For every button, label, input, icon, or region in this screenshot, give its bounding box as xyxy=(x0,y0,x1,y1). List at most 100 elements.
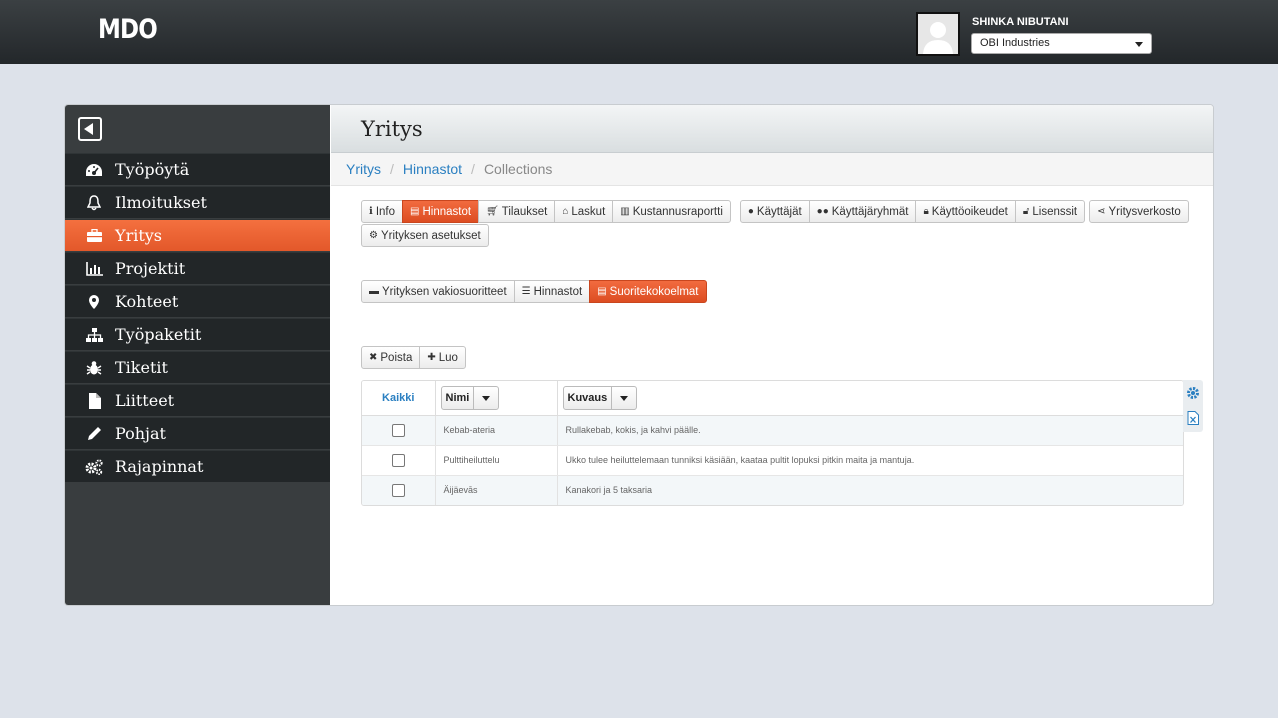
dashboard-icon xyxy=(85,161,103,179)
breadcrumb-yritys[interactable]: Yritys xyxy=(346,161,381,177)
row-description: Ukko tulee heiluttelemaan tunniksi käsiä… xyxy=(557,445,1183,476)
table-actions: ✖ Poista ✚ Luo xyxy=(361,346,475,369)
row-description: Kanakori ja 5 taksaria xyxy=(557,475,1183,505)
bar-chart-icon xyxy=(85,260,103,278)
sidebar-item-label: Työpaketit xyxy=(115,325,202,344)
name-column-filter[interactable]: Nimi xyxy=(440,385,500,410)
sidebar-item-rajapinnat[interactable]: Rajapinnat xyxy=(65,450,330,482)
company-select[interactable]: OBI Industries xyxy=(971,33,1152,54)
tab-tilaukset[interactable]: 🛒︎ Tilaukset xyxy=(478,200,556,223)
sidebar-item-projektit[interactable]: Projektit xyxy=(65,252,330,284)
tab-yrityksen-asetukset[interactable]: ⚙ Yrityksen asetukset xyxy=(361,224,489,247)
bug-icon xyxy=(85,359,103,377)
list-alt-icon: ▤ xyxy=(597,286,607,297)
sidebar: Työpöytä Ilmoitukset Yritys Projektit Ko… xyxy=(65,105,330,605)
main-content: Yritys Yritys / Hinnastot / Collections … xyxy=(331,105,1213,605)
sidebar-item-label: Tiketit xyxy=(115,358,168,377)
page-title: Yritys xyxy=(361,116,423,141)
row-checkbox[interactable] xyxy=(391,423,405,437)
gear-icon: ⚙ xyxy=(369,230,378,241)
unlock-icon: 🔓︎ xyxy=(1022,206,1030,217)
briefcase-icon: ▬ xyxy=(369,286,379,297)
subtab-vakiosuoritteet[interactable]: ▬ Yrityksen vakiosuoritteet xyxy=(361,280,515,303)
subtab-suoritekokoelmat[interactable]: ▤ Suoritekokoelmat xyxy=(589,280,707,303)
sidebar-item-label: Rajapinnat xyxy=(115,457,204,476)
sidebar-item-kohteet[interactable]: Kohteet xyxy=(65,285,330,317)
tab-info[interactable]: ℹ Info xyxy=(361,200,403,223)
sidebar-item-tyopoyta[interactable]: Työpöytä xyxy=(65,153,330,185)
cart-icon: 🛒︎ xyxy=(486,206,499,217)
breadcrumb: Yritys / Hinnastot / Collections xyxy=(331,153,1213,186)
briefcase-icon xyxy=(85,227,103,245)
chevron-down-icon xyxy=(474,387,498,409)
list-alt-icon: ▤ xyxy=(410,206,420,217)
table-tools xyxy=(1183,380,1203,432)
sidebar-item-yritys[interactable]: Yritys xyxy=(65,219,330,251)
lock-icon: 🔒︎ xyxy=(923,206,929,217)
breadcrumb-current: Collections xyxy=(483,161,553,177)
sidebar-item-label: Yritys xyxy=(115,226,163,245)
sidebar-item-liitteet[interactable]: Liitteet xyxy=(65,384,330,416)
tab-hinnastot[interactable]: ▤ Hinnastot xyxy=(402,200,480,223)
excel-export-icon[interactable] xyxy=(1186,411,1200,425)
row-name: Kebab-ateria xyxy=(435,415,558,446)
content-panel: Työpöytä Ilmoitukset Yritys Projektit Ko… xyxy=(64,104,1214,606)
tab-yritysverkosto[interactable]: ⋖ Yritysverkosto xyxy=(1089,200,1189,223)
top-bar: MDO SHINKA NIBUTANI OBI Industries xyxy=(0,0,1278,64)
row-checkbox[interactable] xyxy=(391,483,405,497)
sidebar-item-label: Ilmoitukset xyxy=(115,193,207,212)
sidebar-item-tyopaketit[interactable]: Työpaketit xyxy=(65,318,330,350)
user-name: SHINKA NIBUTANI xyxy=(972,16,1069,28)
sitemap-icon xyxy=(85,326,103,344)
sidebar-item-pohjat[interactable]: Pohjat xyxy=(65,417,330,449)
collections-table: Kaikki Nimi Kuvaus Kebab-ateria Rullakeb… xyxy=(361,380,1184,506)
group-icon: ●● xyxy=(816,206,829,217)
table-row[interactable]: Kebab-ateria Rullakebab, kokis, ja kahvi… xyxy=(362,415,1183,446)
company-tabs-row2: ⚙ Yrityksen asetukset xyxy=(361,224,498,247)
sidebar-item-tiketit[interactable]: Tiketit xyxy=(65,351,330,383)
share-icon: ⋖ xyxy=(1097,206,1106,217)
info-icon: ℹ xyxy=(369,206,373,217)
tab-lisenssit[interactable]: 🔓︎ Lisenssit xyxy=(1014,200,1086,223)
chevron-down-icon xyxy=(612,387,636,409)
sidebar-item-label: Pohjat xyxy=(115,424,166,443)
page-header: Yritys xyxy=(331,105,1213,153)
sidebar-item-label: Kohteet xyxy=(115,292,179,311)
bell-icon xyxy=(85,194,103,212)
file-icon xyxy=(85,392,103,410)
gear-icon[interactable] xyxy=(1186,386,1200,400)
tab-kayttajaryhmat[interactable]: ●● Käyttäjäryhmät xyxy=(808,200,917,223)
sidebar-item-label: Liitteet xyxy=(115,391,175,410)
tab-kustannusraportti[interactable]: ▥ Kustannusraportti xyxy=(612,200,731,223)
tab-kayttajat[interactable]: ● Käyttäjät xyxy=(739,200,810,223)
inbox-icon: ⌂ xyxy=(562,206,569,217)
sidebar-item-label: Projektit xyxy=(115,259,186,278)
table-row[interactable]: Pulttiheiluttelu Ukko tulee heiluttelema… xyxy=(362,445,1183,476)
create-button[interactable]: ✚ Luo xyxy=(419,346,466,369)
table-row[interactable]: Äijäevās Kanakori ja 5 taksaria xyxy=(362,475,1183,505)
subtab-hinnastot[interactable]: ☰ Hinnastot xyxy=(513,280,591,303)
tab-kayttooikeudet[interactable]: 🔒︎ Käyttöoikeudet xyxy=(915,200,1016,223)
pencil-icon xyxy=(85,425,103,443)
select-all-link[interactable]: Kaikki xyxy=(382,392,414,404)
bar-chart-icon: ▥ xyxy=(620,206,630,217)
row-checkbox[interactable] xyxy=(391,453,405,467)
plus-icon: ✚ xyxy=(427,352,436,363)
sidebar-item-label: Työpöytä xyxy=(115,160,190,179)
app-logo[interactable]: MDO xyxy=(98,14,158,45)
delete-button[interactable]: ✖ Poista xyxy=(361,346,421,369)
company-tabs: ℹ Info ▤ Hinnastot 🛒︎ Tilaukset ⌂ Laskut ▥ Ku… xyxy=(361,200,1198,223)
map-marker-icon xyxy=(85,293,103,311)
sidebar-nav: Työpöytä Ilmoitukset Yritys Projektit Ko… xyxy=(65,153,330,483)
pricing-subtabs: ▬ Yrityksen vakiosuoritteet ☰ Hinnastot ▤ S… xyxy=(361,280,716,303)
sidebar-item-ilmoitukset[interactable]: Ilmoitukset xyxy=(65,186,330,218)
company-select-value: OBI Industries xyxy=(980,37,1050,49)
breadcrumb-hinnastot[interactable]: Hinnastot xyxy=(403,161,462,177)
description-column-filter[interactable]: Kuvaus xyxy=(562,385,638,410)
chevron-down-icon xyxy=(1135,42,1143,47)
tab-laskut[interactable]: ⌂ Laskut xyxy=(554,200,614,223)
collapse-sidebar-icon[interactable] xyxy=(78,117,102,141)
cogs-icon xyxy=(85,458,103,476)
row-description: Rullakebab, kokis, ja kahvi päälle. xyxy=(557,415,1183,446)
avatar[interactable] xyxy=(916,12,960,56)
